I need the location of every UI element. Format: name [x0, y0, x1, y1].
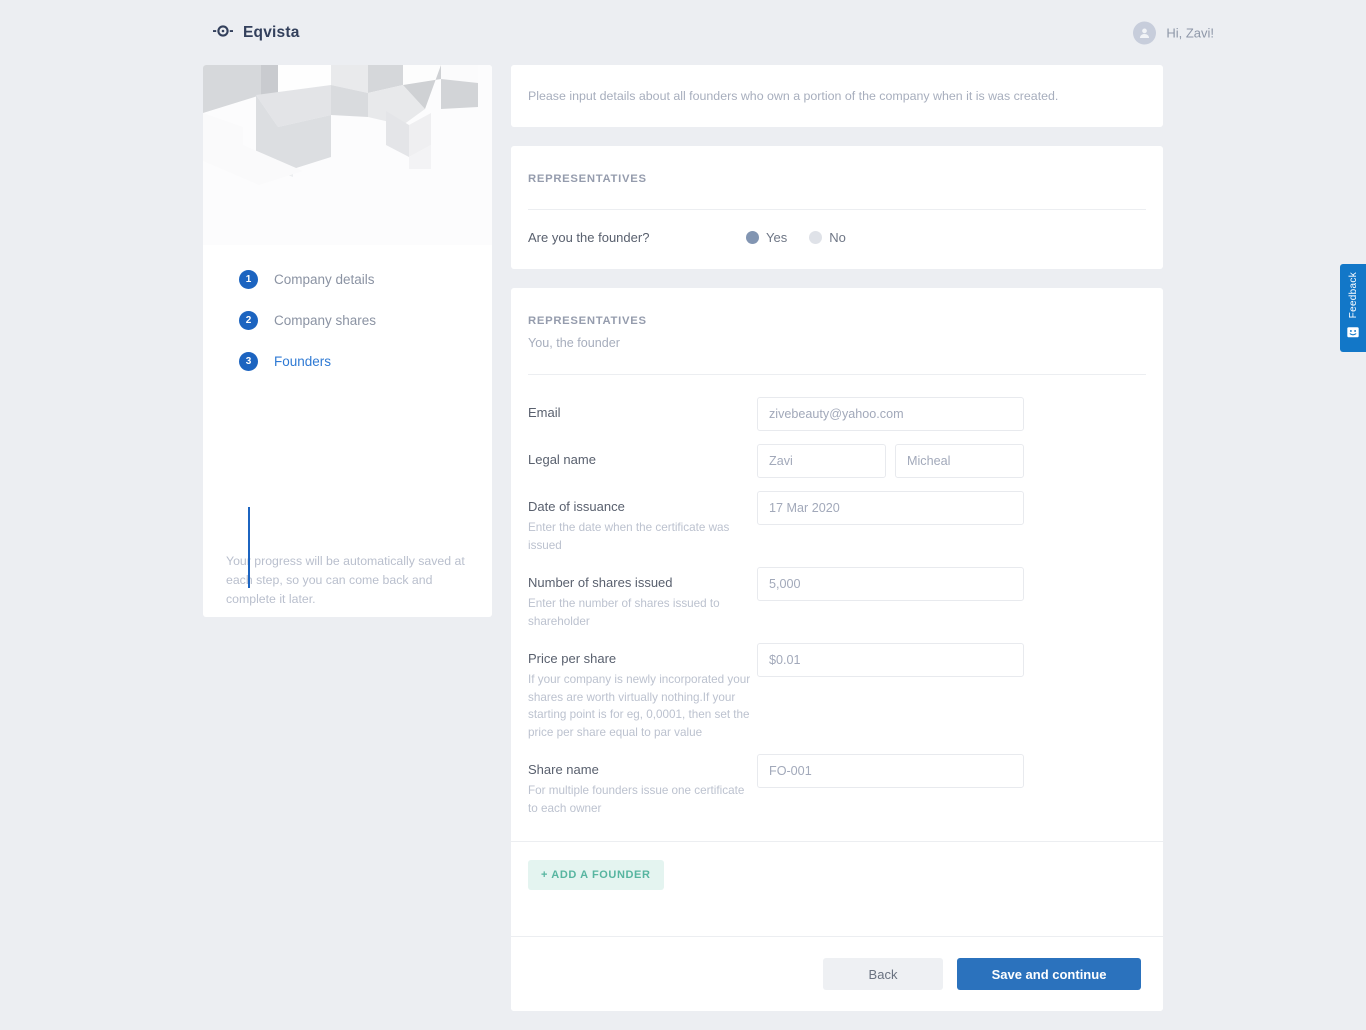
main-content: Please input details about all founders … — [511, 65, 1163, 1030]
step-number-badge: 3 — [239, 352, 258, 371]
field-label-group: Email — [528, 397, 757, 431]
founder-form: Email zivebeauty@yahoo.com Legal name Za… — [511, 375, 1163, 817]
field-label: Share name — [528, 762, 599, 777]
field-label: Price per share — [528, 651, 617, 666]
stepper-connector — [248, 507, 250, 588]
card-subtitle: You, the founder — [528, 336, 620, 350]
radio-option-no[interactable]: No — [809, 230, 846, 245]
field-label: Date of issuance — [528, 499, 625, 514]
add-a-founder-button[interactable]: + ADD A FOUNDER — [528, 860, 664, 890]
founder-question-label: Are you the founder? — [528, 230, 650, 245]
founder-radio-group: Yes No — [746, 230, 846, 245]
field-control: Zavi Micheal — [757, 444, 1146, 478]
card-title: REPRESENTATIVES — [528, 315, 647, 327]
field-price-per-share: Price per share If your company is newly… — [528, 643, 1146, 741]
app-header: Eqvista Hi, Zavi! — [0, 0, 1366, 65]
legal-name-inputs: Zavi Micheal — [757, 444, 1146, 478]
field-date-of-issuance: Date of issuance Enter the date when the… — [528, 491, 1146, 554]
first-name-field[interactable]: Zavi — [757, 444, 886, 478]
field-email: Email zivebeauty@yahoo.com — [528, 397, 1146, 431]
step-label: Company details — [274, 272, 375, 287]
field-control: 5,000 — [757, 567, 1146, 630]
step-number-badge: 2 — [239, 311, 258, 330]
radio-dot-icon — [746, 231, 759, 244]
brand-name: Eqvista — [243, 23, 300, 41]
share-name-field[interactable]: FO-001 — [757, 754, 1024, 788]
user-avatar-icon — [1133, 21, 1157, 44]
step-list: 1 Company details 2 Company shares 3 Fou… — [203, 259, 492, 588]
feedback-tab[interactable]: Feedback — [1340, 264, 1366, 352]
field-shares-issued: Number of shares issued Enter the number… — [528, 567, 1146, 630]
field-help-text: Enter the number of shares issued to sha… — [528, 597, 720, 628]
email-field[interactable]: zivebeauty@yahoo.com — [757, 397, 1024, 431]
last-name-field[interactable]: Micheal — [895, 444, 1024, 478]
radio-label: Yes — [766, 230, 788, 245]
sidebar-step-company-shares[interactable]: 2 Company shares — [239, 300, 492, 341]
founder-question-row: Are you the founder? Yes No — [511, 210, 1163, 269]
step-label: Founders — [274, 354, 332, 369]
field-control: zivebeauty@yahoo.com — [757, 397, 1146, 431]
field-help-text: For multiple founders issue one certific… — [528, 784, 745, 815]
radio-dot-icon — [809, 231, 823, 244]
isometric-cubes-illustration — [203, 65, 492, 245]
field-legal-name: Legal name Zavi Micheal — [528, 444, 1146, 478]
eqvista-target-icon — [213, 24, 233, 42]
step-label: Company shares — [274, 313, 377, 328]
shares-issued-field[interactable]: 5,000 — [757, 567, 1024, 601]
intro-text: Please input details about all founders … — [528, 89, 1059, 103]
form-actions: Back Save and continue — [511, 937, 1163, 1011]
brand-logo[interactable]: Eqvista — [213, 24, 300, 42]
user-menu[interactable]: Hi, Zavi! — [1133, 21, 1214, 44]
progress-sidebar: 1 Company details 2 Company shares 3 Fou… — [203, 65, 492, 617]
field-label-group: Number of shares issued Enter the number… — [528, 567, 757, 630]
progress-saved-note: Your progress will be automatically save… — [226, 554, 465, 606]
field-control: FO-001 — [757, 754, 1146, 817]
radio-option-yes[interactable]: Yes — [746, 230, 787, 245]
date-of-issuance-field[interactable]: 17 Mar 2020 — [757, 491, 1024, 525]
page-body: 1 Company details 2 Company shares 3 Fou… — [0, 65, 1366, 1030]
field-label: Legal name — [528, 452, 596, 467]
radio-label: No — [829, 230, 846, 245]
founder-question-card: REPRESENTATIVES Are you the founder? Yes… — [511, 146, 1163, 269]
field-help-text: If your company is newly incorporated yo… — [528, 673, 751, 739]
representatives-card: REPRESENTATIVES You, the founder Email z… — [511, 288, 1163, 1011]
field-label-group: Price per share If your company is newly… — [528, 643, 757, 741]
representatives-card-header: REPRESENTATIVES You, the founder — [511, 288, 1163, 375]
sidebar-step-company-details[interactable]: 1 Company details — [239, 259, 492, 300]
field-label-group: Legal name — [528, 444, 757, 478]
field-control: 17 Mar 2020 — [757, 491, 1146, 554]
add-founder-row: + ADD A FOUNDER — [511, 842, 1163, 912]
field-label-group: Share name For multiple founders issue o… — [528, 754, 757, 817]
feedback-label: Feedback — [1347, 272, 1359, 319]
sidebar-step-founders[interactable]: 3 Founders — [239, 341, 492, 382]
field-control: $0.01 — [757, 643, 1146, 741]
field-label: Number of shares issued — [528, 575, 673, 590]
user-greeting: Hi, Zavi! — [1166, 25, 1214, 40]
field-help-text: Enter the date when the certificate was … — [528, 521, 730, 552]
step-number-badge: 1 — [239, 270, 258, 289]
field-label-group: Date of issuance Enter the date when the… — [528, 491, 757, 554]
founder-question-card-header: REPRESENTATIVES — [511, 146, 1163, 210]
intro-card: Please input details about all founders … — [511, 65, 1163, 127]
field-label: Email — [528, 405, 561, 420]
field-share-name: Share name For multiple founders issue o… — [528, 754, 1146, 817]
card-title: REPRESENTATIVES — [528, 173, 647, 185]
smiley-face-icon — [1346, 325, 1360, 344]
price-per-share-field[interactable]: $0.01 — [757, 643, 1024, 677]
